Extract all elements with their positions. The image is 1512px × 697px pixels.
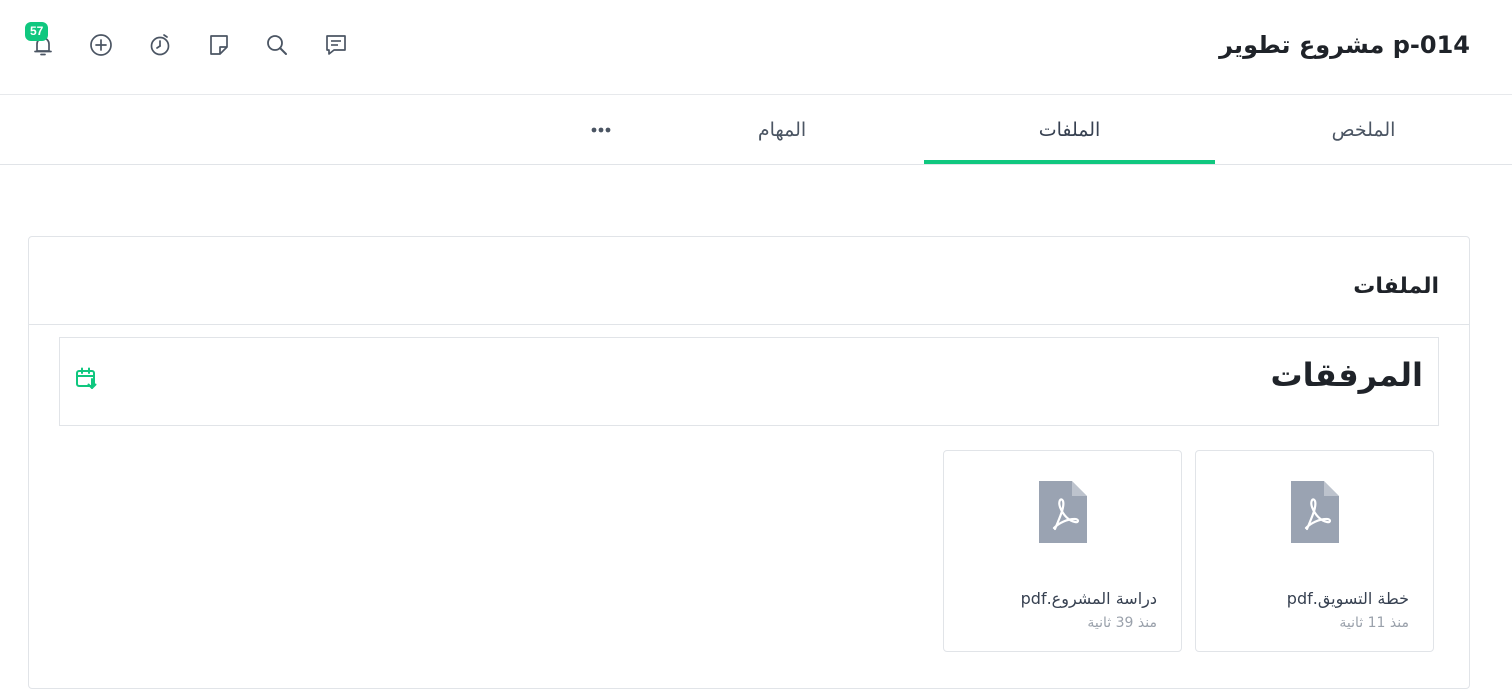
file-timestamp: منذ 39 ثانية	[1087, 615, 1157, 631]
project-title: p-014 مشروع تطوير	[1219, 31, 1470, 59]
header-toolbar: 57	[0, 0, 400, 95]
attachments-action-button[interactable]	[74, 366, 100, 392]
tabs-more-button[interactable]	[588, 117, 614, 143]
timer-button[interactable]	[146, 31, 174, 59]
active-tab-indicator	[924, 160, 1215, 164]
add-button[interactable]	[87, 31, 115, 59]
file-name: خطة التسويق.pdf	[1286, 589, 1409, 608]
file-card[interactable]: خطة التسويق.pdf منذ 11 ثانية	[1195, 450, 1434, 652]
pdf-file-icon	[1290, 481, 1339, 543]
more-horizontal-icon	[591, 127, 611, 133]
add-circle-icon	[90, 34, 112, 56]
card-header: الملفات	[29, 237, 1469, 325]
tab-bar: الملخص الملفات المهام	[0, 95, 1512, 165]
pdf-file-icon	[1038, 481, 1087, 543]
tab-files[interactable]: الملفات	[924, 95, 1215, 164]
chat-button[interactable]	[322, 31, 350, 59]
tab-summary[interactable]: الملخص	[1215, 95, 1512, 164]
card-title: الملفات	[1353, 274, 1439, 299]
files-card: الملفات المرفقات خطة التسويق.pdf منذ 11 …	[28, 236, 1470, 689]
file-timestamp: منذ 11 ثانية	[1339, 615, 1409, 631]
attachments-title: المرفقات	[1270, 356, 1424, 394]
search-icon	[267, 35, 287, 55]
tab-tasks[interactable]: المهام	[640, 95, 924, 164]
attachments-header: المرفقات	[59, 337, 1439, 426]
note-button[interactable]	[205, 31, 233, 59]
file-name: دراسة المشروع.pdf	[1020, 589, 1157, 608]
notification-badge: 57	[25, 22, 49, 41]
note-icon	[210, 35, 228, 55]
top-header: p-014 مشروع تطوير 57	[0, 0, 1512, 95]
timer-icon	[150, 34, 170, 56]
calendar-download-icon	[76, 367, 97, 389]
search-button[interactable]	[263, 31, 291, 59]
chat-icon	[326, 35, 346, 55]
file-card[interactable]: دراسة المشروع.pdf منذ 39 ثانية	[943, 450, 1182, 652]
